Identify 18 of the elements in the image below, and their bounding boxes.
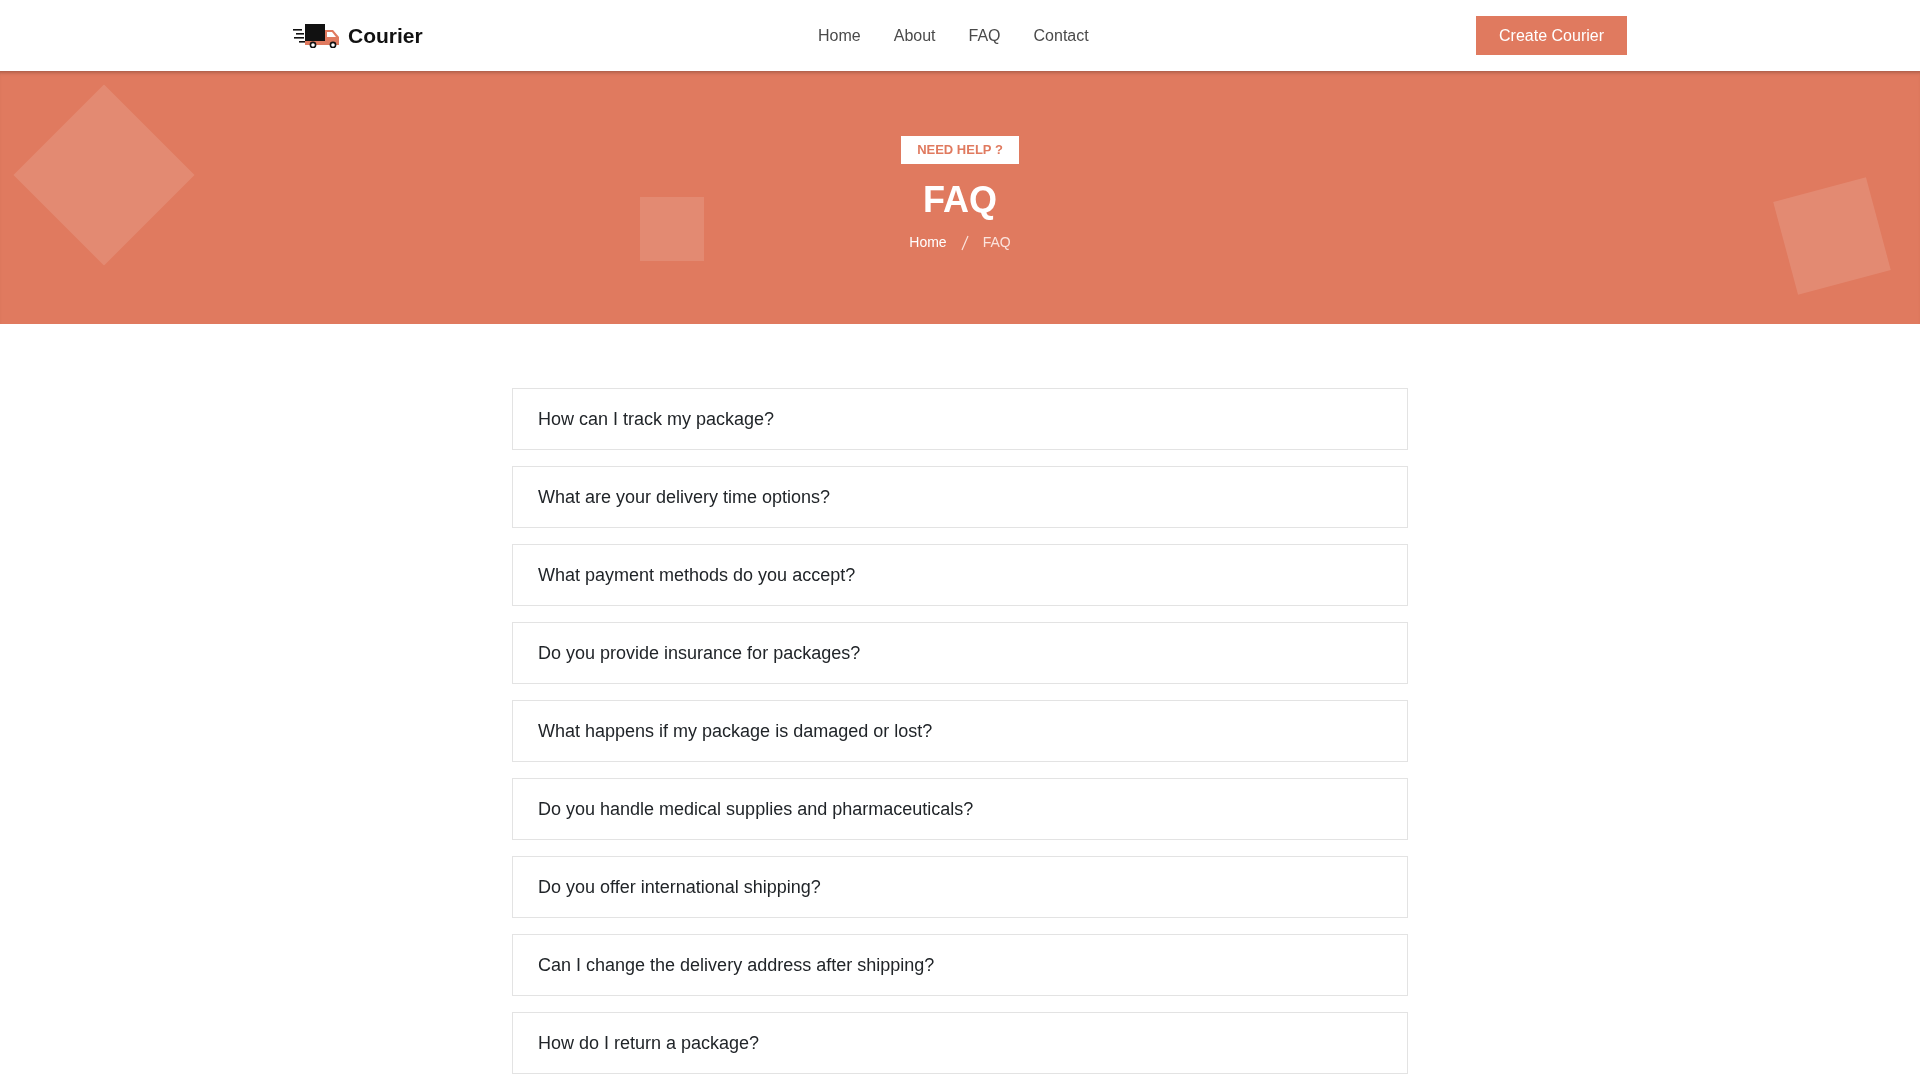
faq-question[interactable]: Do you provide insurance for packages? xyxy=(512,622,1408,684)
faq-question[interactable]: Can I change the delivery address after shipping? xyxy=(512,934,1408,996)
slash-divider-icon xyxy=(960,234,969,251)
faq-question[interactable]: What are your delivery time options? xyxy=(512,466,1408,528)
nav-link[interactable]: FAQ xyxy=(968,19,1001,52)
nav-link[interactable]: About xyxy=(893,19,936,52)
brand-logo-link[interactable]: Courier xyxy=(293,19,423,52)
page-title: FAQ xyxy=(922,178,998,222)
faq-question[interactable]: Do you handle medical supplies and pharmaceuticals? xyxy=(512,778,1408,840)
faq-question[interactable]: How can I track my package? xyxy=(512,388,1408,450)
faq-question[interactable]: What payment methods do you accept? xyxy=(512,544,1408,606)
need-help-label: NEED HELP ? xyxy=(901,136,1019,164)
faq-question[interactable]: What happens if my package is damaged or lost? xyxy=(512,700,1408,762)
faq-question[interactable]: How do I return a package? xyxy=(512,1012,1408,1074)
faq-question[interactable]: Do you offer international shipping? xyxy=(512,856,1408,918)
breadcrumb-current: FAQ xyxy=(982,233,1011,252)
nav-link[interactable]: Home xyxy=(818,19,861,52)
nav-link[interactable]: Contact xyxy=(1033,19,1089,52)
